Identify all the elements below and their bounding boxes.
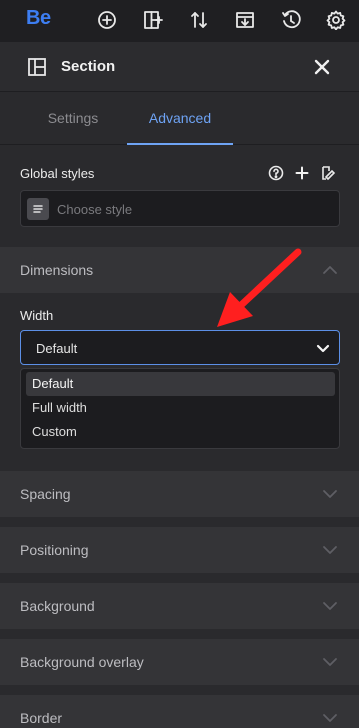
accordion-title: Background overlay [20,654,144,670]
chevron-down-icon [323,490,337,498]
top-toolbar: Be [0,0,359,42]
close-icon[interactable] [311,56,333,78]
section-layout-icon [28,58,46,76]
accordion-title: Positioning [20,542,89,558]
section-title: Section [61,58,116,75]
help-icon[interactable] [268,165,284,181]
accordion-background[interactable]: Background [0,583,359,629]
width-select[interactable]: Default [20,330,340,365]
divider [0,629,359,639]
sort-icon[interactable] [186,7,212,33]
chevron-down-icon [323,602,337,610]
chevron-down-icon [323,714,337,722]
accordion-spacing[interactable]: Spacing [0,471,359,517]
option-default[interactable]: Default [26,372,335,396]
chevron-down-icon [323,658,337,666]
accordion-border[interactable]: Border [0,695,359,728]
chevron-down-icon [316,344,330,353]
accordion-title: Border [20,710,63,726]
width-dropdown-menu: Default Full width Custom [20,368,340,449]
app-logo[interactable]: Be [26,7,51,30]
global-styles-panel: Global styles Choose style [0,146,359,247]
width-select-value: Default [36,341,78,356]
choose-style-placeholder: Choose style [57,202,133,217]
gear-icon[interactable] [323,7,349,33]
document-icon [27,198,49,220]
divider [0,517,359,527]
width-label: Width [20,308,54,323]
option-custom[interactable]: Custom [26,420,335,444]
edit-style-icon[interactable] [320,165,336,181]
add-section-icon[interactable] [140,7,166,33]
import-icon[interactable] [232,7,258,33]
history-icon[interactable] [278,7,304,33]
chevron-down-icon [323,546,337,554]
tab-settings[interactable]: Settings [20,92,126,145]
plus-icon[interactable] [294,165,310,181]
choose-style-input[interactable]: Choose style [20,190,340,227]
tab-advanced[interactable]: Advanced [127,92,233,145]
global-styles-label: Global styles [20,166,95,181]
accordion-title: Dimensions [20,262,94,278]
option-full-width[interactable]: Full width [26,396,335,420]
divider [0,685,359,695]
accordion-background-overlay[interactable]: Background overlay [0,639,359,685]
accordion-title: Spacing [20,486,71,502]
accordion-dimensions[interactable]: Dimensions [0,247,359,293]
section-header: Section [0,42,359,92]
accordion-positioning[interactable]: Positioning [0,527,359,573]
chevron-up-icon [323,266,337,274]
plus-circle-icon[interactable] [94,7,120,33]
panel-tabs: Settings Advanced [0,92,359,145]
accordion-title: Background [20,598,95,614]
divider [0,573,359,583]
